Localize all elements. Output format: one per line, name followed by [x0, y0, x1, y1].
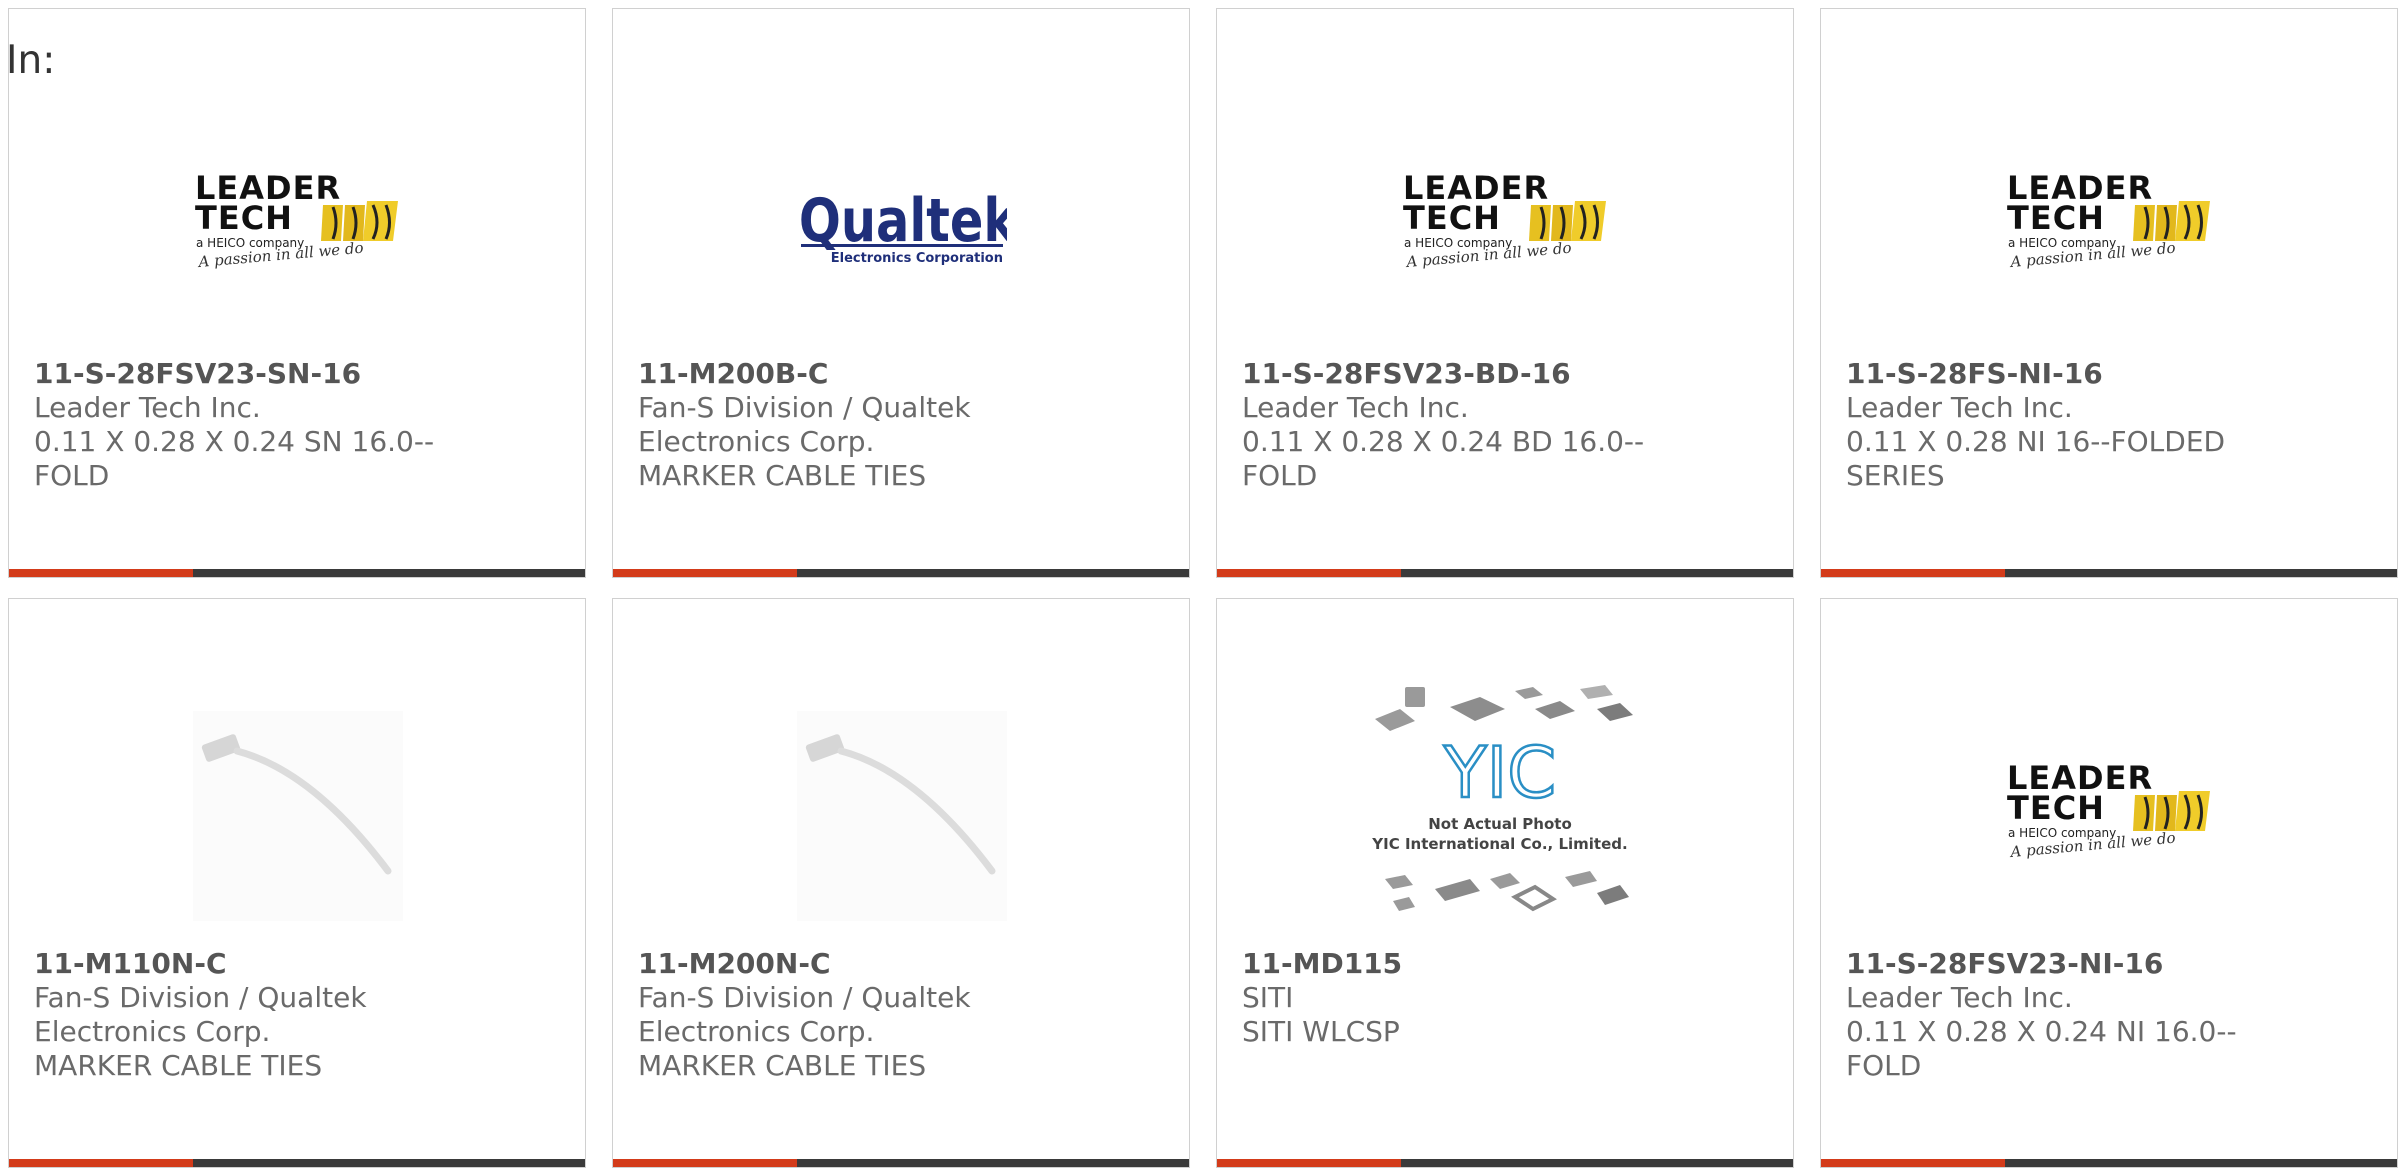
product-image[interactable]: Qualtek Electronics Corporation — [797, 121, 1007, 331]
leader-tech-logo: LEADER TECH a HEICO company A passion in… — [1403, 171, 1606, 271]
part-number-link[interactable]: 11-S-28FSV23-BD-16 — [1242, 357, 1662, 391]
svg-text:YIC: YIC — [1443, 732, 1556, 814]
manufacturer-name: Fan-S Division / Qualtek Electronics Cor… — [638, 981, 971, 1048]
product-card[interactable]: YIC Not Actual Photo YIC International C… — [1216, 598, 1794, 1168]
cable-tie-photo — [193, 711, 403, 921]
manufacturer-name: Leader Tech Inc. — [1242, 391, 1469, 424]
yic-placeholder-image: YIC Not Actual Photo YIC International C… — [1371, 685, 1633, 912]
product-card[interactable]: LEADER TECH a HEICO company A passion in… — [8, 8, 586, 578]
manufacturer-name: SITI — [1242, 981, 1294, 1014]
product-image[interactable]: LEADER TECH a HEICO company A passion in… — [193, 121, 403, 331]
product-description: 0.11 X 0.28 X 0.24 NI 16.0--FOLD — [1846, 1015, 2237, 1082]
card-accent-segment — [1821, 1159, 2006, 1167]
product-description: MARKER CABLE TIES — [34, 1049, 323, 1082]
product-card[interactable]: 11-M110N-C Fan-S Division / Qualtek Elect… — [8, 598, 586, 1168]
card-accent-segment — [1217, 1159, 1402, 1167]
card-hover-bar — [9, 569, 585, 577]
manufacturer-name: Leader Tech Inc. — [1846, 981, 2073, 1014]
part-number-link[interactable]: 11-M110N-C — [34, 947, 454, 981]
product-description: MARKER CABLE TIES — [638, 459, 927, 492]
product-info: 11-M200N-C Fan-S Division / Qualtek Elect… — [638, 947, 1058, 1083]
card-accent-segment — [9, 569, 194, 577]
card-accent-segment — [1821, 569, 2006, 577]
product-image[interactable]: LEADER TECH a HEICO company A passion in… — [1401, 121, 1611, 331]
product-info: 11-S-28FSV23-NI-16 Leader Tech Inc. 0.11 X… — [1846, 947, 2266, 1083]
card-accent-segment — [9, 1159, 194, 1167]
product-info: 11-M200B-C Fan-S Division / Qualtek Elect… — [638, 357, 1058, 493]
product-description: 0.11 X 0.28 NI 16--FOLDED SERIES — [1846, 425, 2226, 492]
product-info: 11-M110N-C Fan-S Division / Qualtek Elect… — [34, 947, 454, 1083]
svg-text:TECH: TECH — [1403, 199, 1501, 237]
product-image[interactable] — [193, 711, 403, 921]
leader-tech-logo: LEADER TECH a HEICO company A passion in… — [2007, 761, 2210, 861]
leader-tech-logo: LEADER TECH a HEICO company A passion in… — [2007, 171, 2210, 271]
svg-text:TECH: TECH — [2007, 789, 2105, 827]
card-hover-bar — [1821, 569, 2397, 577]
product-card[interactable]: LEADER TECH a HEICO company A passion in… — [1820, 8, 2398, 578]
card-hover-bar — [9, 1159, 585, 1167]
card-hover-bar — [613, 569, 1189, 577]
svg-text:TECH: TECH — [2007, 199, 2105, 237]
product-card[interactable]: 11-M200N-C Fan-S Division / Qualtek Elect… — [612, 598, 1190, 1168]
card-accent-segment — [613, 569, 798, 577]
product-image[interactable]: LEADER TECH a HEICO company A passion in… — [2005, 121, 2215, 331]
leader-tech-logo: LEADER TECH a HEICO company A passion in… — [195, 171, 398, 271]
product-info: 11-S-28FSV23-BD-16 Leader Tech Inc. 0.11 X… — [1242, 357, 1662, 493]
prefix-label: In: — [6, 38, 56, 83]
card-accent-segment — [613, 1159, 798, 1167]
card-hover-bar — [1217, 1159, 1793, 1167]
manufacturer-name: Leader Tech Inc. — [1846, 391, 2073, 424]
part-number-link[interactable]: 11-M200B-C — [638, 357, 1058, 391]
manufacturer-name: Fan-S Division / Qualtek Electronics Cor… — [34, 981, 367, 1048]
product-info: 11-S-28FSV23-SN-16 Leader Tech Inc. 0.11 X… — [34, 357, 454, 493]
product-description: SITI WLCSP — [1242, 1015, 1400, 1048]
part-number-link[interactable]: 11-MD115 — [1242, 947, 1662, 981]
product-description: 0.11 X 0.28 X 0.24 SN 16.0--FOLD — [34, 425, 435, 492]
svg-text:Not Actual Photo: Not Actual Photo — [1428, 815, 1572, 833]
product-card[interactable]: Qualtek Electronics Corporation 11-M200B… — [612, 8, 1190, 578]
qualtek-logo: Qualtek Electronics Corporation — [799, 186, 1007, 266]
card-hover-bar — [613, 1159, 1189, 1167]
part-number-link[interactable]: 11-S-28FS-NI-16 — [1846, 357, 2266, 391]
product-card[interactable]: LEADER TECH a HEICO company A passion in… — [1820, 598, 2398, 1168]
product-card[interactable]: LEADER TECH a HEICO company A passion in… — [1216, 8, 1794, 578]
svg-text:YIC International Co., Limited: YIC International Co., Limited. — [1371, 835, 1627, 853]
manufacturer-name: Leader Tech Inc. — [34, 391, 261, 424]
card-accent-segment — [1217, 569, 1402, 577]
part-number-link[interactable]: 11-M200N-C — [638, 947, 1058, 981]
product-info: 11-MD115 SITI SITI WLCSP — [1242, 947, 1662, 1049]
manufacturer-name: Fan-S Division / Qualtek Electronics Cor… — [638, 391, 971, 458]
svg-text:TECH: TECH — [195, 199, 293, 237]
part-number-link[interactable]: 11-S-28FSV23-NI-16 — [1846, 947, 2266, 981]
product-image[interactable]: LEADER TECH a HEICO company A passion in… — [2005, 711, 2215, 921]
product-image[interactable] — [797, 711, 1007, 921]
part-number-link[interactable]: 11-S-28FSV23-SN-16 — [34, 357, 454, 391]
card-hover-bar — [1821, 1159, 2397, 1167]
product-description: 0.11 X 0.28 X 0.24 BD 16.0--FOLD — [1242, 425, 1645, 492]
product-image[interactable]: YIC Not Actual Photo YIC International C… — [1365, 679, 1635, 929]
card-hover-bar — [1217, 569, 1793, 577]
product-info: 11-S-28FS-NI-16 Leader Tech Inc. 0.11 X 0.… — [1846, 357, 2266, 493]
cable-tie-photo — [797, 711, 1007, 921]
svg-text:Electronics Corporation: Electronics Corporation — [831, 251, 1003, 266]
product-description: MARKER CABLE TIES — [638, 1049, 927, 1082]
